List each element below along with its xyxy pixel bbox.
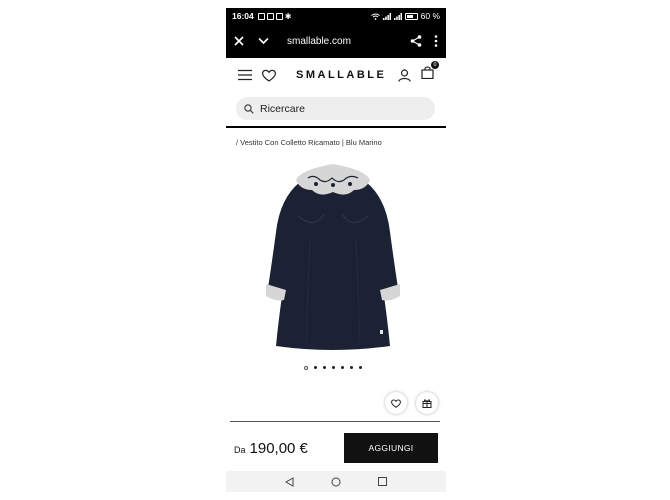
price-prefix: Da [234,445,246,455]
signal-icon [382,12,391,20]
recents-icon[interactable] [378,477,388,486]
close-icon[interactable] [234,36,244,46]
price-value: 190,00 € [249,440,308,457]
site-header: SMALLABLE 0 [226,60,446,90]
header-divider [226,126,446,128]
phone-screen: 16:04 ✱ 60 % smallable.com SMALLABLE 0 R… [226,8,446,492]
breadcrumb[interactable]: / Vestito Con Colletto Ricamato | Blu Ma… [236,138,382,147]
gallery-dot[interactable] [304,366,308,370]
gallery-dot[interactable] [350,366,353,369]
add-to-cart-button[interactable]: AGGIUNGI [344,433,438,463]
wishlist-button[interactable] [385,392,407,414]
status-time: 16:04 [232,11,254,21]
gallery-dot[interactable] [341,366,344,369]
gift-button[interactable] [416,392,438,414]
gallery-dot[interactable] [332,366,335,369]
battery-icon [404,12,418,20]
battery-percent: 60 % [420,11,440,21]
chevron-down-icon[interactable] [258,37,269,45]
heart-icon[interactable] [262,69,276,82]
notification-icon [266,12,274,20]
status-bar: 16:04 ✱ 60 % [226,8,446,24]
nfc-icon [275,12,283,20]
url-text[interactable]: smallable.com [287,36,351,47]
home-icon[interactable] [331,477,341,487]
notification-icon [257,12,265,20]
gift-icon [422,399,432,408]
cart-button[interactable]: 0 [421,61,439,84]
price-divider [230,421,440,422]
heart-icon [391,398,401,408]
gallery-dot[interactable] [359,366,362,369]
browser-toolbar: smallable.com [226,24,446,58]
search-bar[interactable] [236,97,435,120]
more-vert-icon[interactable] [434,35,438,47]
hamburger-menu-icon[interactable] [238,69,252,81]
signal-icon [393,12,402,20]
price: Da 190,00 € [234,440,308,457]
wifi-icon [370,13,380,20]
android-nav-bar [226,471,446,492]
product-image[interactable] [258,154,408,356]
gallery-dot[interactable] [314,366,317,369]
brand-logo[interactable]: SMALLABLE [296,69,386,81]
user-icon[interactable] [398,68,411,82]
search-icon [244,103,254,114]
share-icon[interactable] [410,35,422,47]
cart-count-badge: 0 [431,61,439,69]
search-input[interactable] [260,102,410,115]
notification-icons: ✱ [257,11,292,21]
bluetooth-icon: ✱ [284,11,292,21]
gallery-dots [304,366,362,370]
gallery-dot[interactable] [323,366,326,369]
back-icon[interactable] [284,476,294,487]
